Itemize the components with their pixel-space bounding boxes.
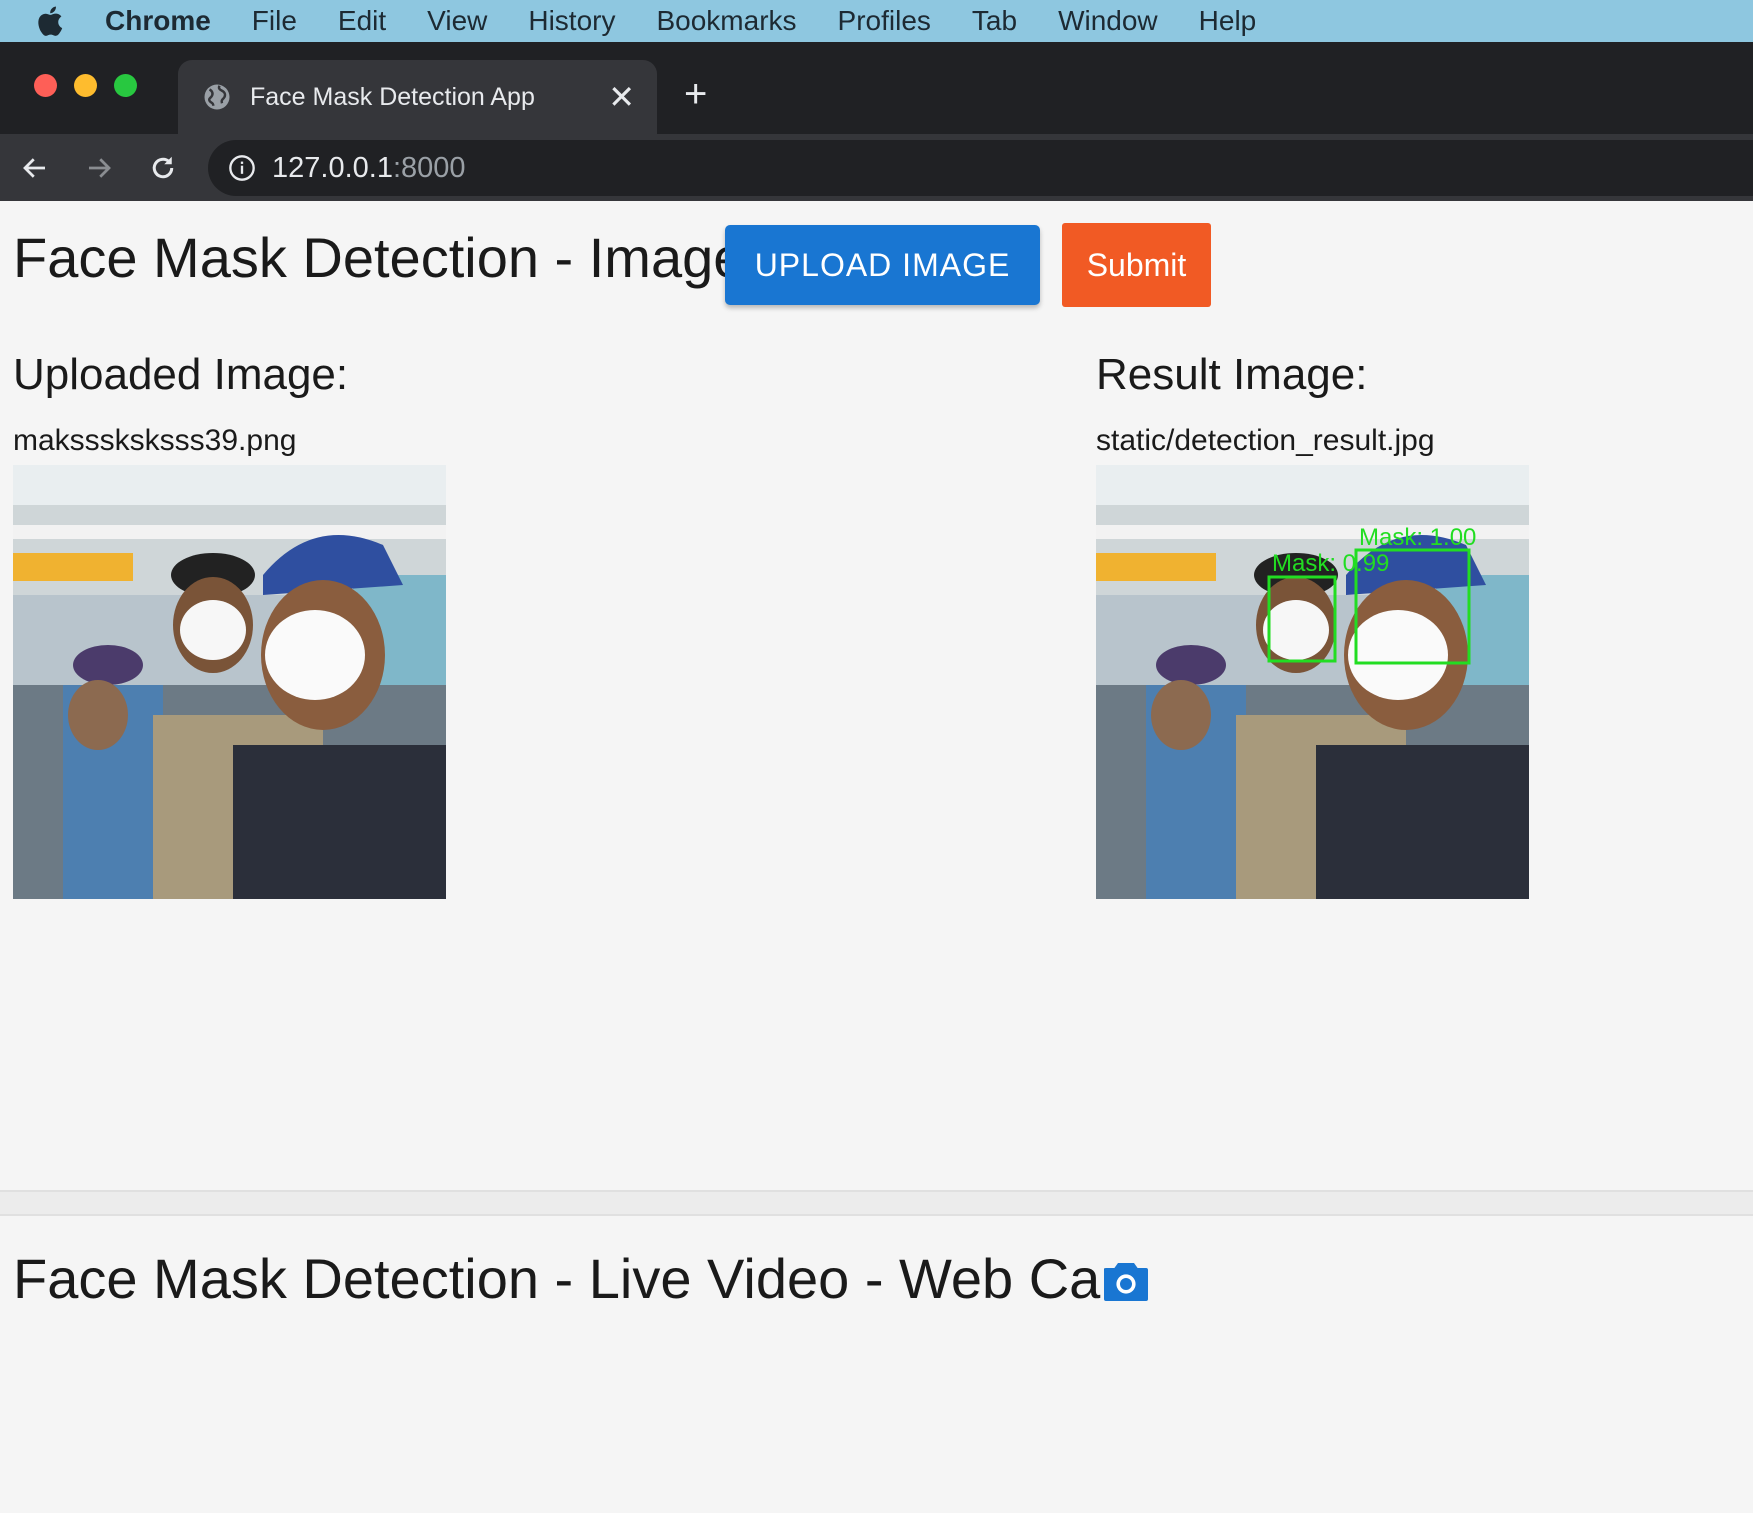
tab-strip: Face Mask Detection App ✕ + [0,42,1753,134]
forward-arrow-icon[interactable] [84,153,114,183]
uploaded-filename: maksssksksss39.png [13,424,297,457]
menu-profiles[interactable]: Profiles [838,5,931,37]
tab-face-mask-detection[interactable]: Face Mask Detection App ✕ [178,60,657,134]
globe-icon [204,84,230,110]
tab-title: Face Mask Detection App [250,82,535,111]
detection-label-right: Mask: 1.00 [1359,524,1476,551]
menu-file[interactable]: File [252,5,297,37]
maximize-window-button[interactable] [114,74,137,97]
uploaded-image-label: Uploaded Image: [13,350,349,399]
result-image: Mask: 0.99 Mask: 1.00 [1096,465,1529,899]
section-divider [0,1190,1753,1216]
menu-view[interactable]: View [427,5,487,37]
new-tab-button[interactable]: + [684,72,707,117]
result-image-label: Result Image: [1096,350,1368,399]
uploaded-image [13,465,446,899]
menu-tab[interactable]: Tab [972,5,1017,37]
menu-bookmarks[interactable]: Bookmarks [656,5,796,37]
upload-image-button[interactable]: UPLOAD IMAGE [725,225,1040,305]
image-section-title: Face Mask Detection - Image [13,226,745,289]
close-tab-icon[interactable]: ✕ [608,78,635,116]
menu-help[interactable]: Help [1199,5,1257,37]
info-icon[interactable] [228,154,256,182]
browser-toolbar: 127.0.0.1:8000 [0,134,1753,201]
video-section-title: Face Mask Detection - Live Video - Web C… [13,1247,1147,1310]
close-window-button[interactable] [34,74,57,97]
back-arrow-icon[interactable] [20,153,50,183]
apple-icon[interactable] [34,4,64,38]
menu-edit[interactable]: Edit [338,5,386,37]
menu-app-name[interactable]: Chrome [105,5,211,37]
address-bar[interactable]: 127.0.0.1:8000 [208,140,1753,196]
menu-window[interactable]: Window [1058,5,1158,37]
macos-menu-bar: Chrome File Edit View History Bookmarks … [0,0,1753,42]
url-host: 127.0.0.1 [272,151,393,184]
submit-button[interactable]: Submit [1062,223,1211,307]
camera-icon[interactable] [1102,1259,1150,1303]
minimize-window-button[interactable] [74,74,97,97]
window-controls [34,74,137,97]
result-filename: static/detection_result.jpg [1096,424,1435,457]
url-port: :8000 [392,151,466,184]
page-content: Face Mask Detection - Image UPLOAD IMAGE… [0,201,1753,1513]
menu-history[interactable]: History [528,5,615,37]
detection-label-left: Mask: 0.99 [1272,550,1389,577]
reload-icon[interactable] [148,153,178,183]
browser-chrome: Face Mask Detection App ✕ + 127.0.0.1:80… [0,42,1753,201]
